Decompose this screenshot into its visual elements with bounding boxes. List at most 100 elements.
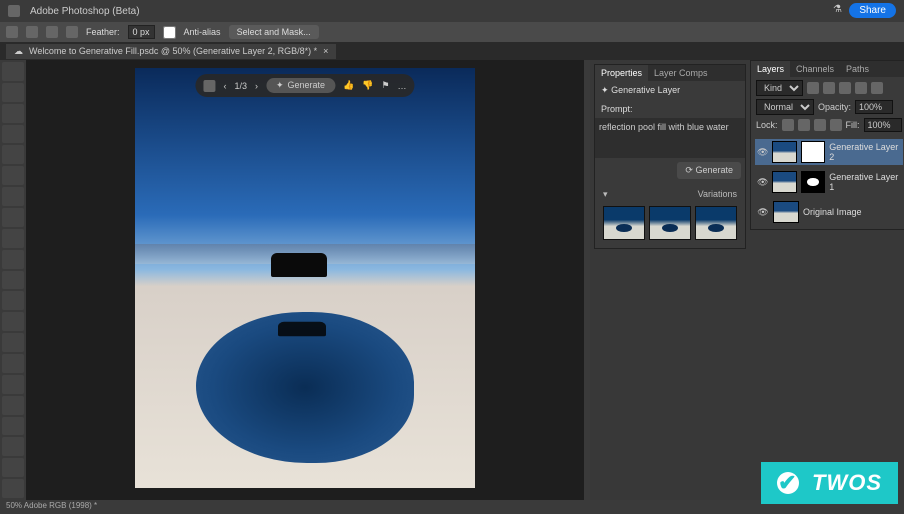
variation-thumbnail[interactable] bbox=[603, 206, 645, 240]
document-tab-bar: ☁ Welcome to Generative Fill.psdc @ 50% … bbox=[0, 42, 904, 60]
prev-variation-button[interactable]: ‹ bbox=[223, 81, 226, 91]
filter-type-icon[interactable] bbox=[839, 82, 851, 94]
healing-tool[interactable] bbox=[2, 208, 24, 227]
prompt-input[interactable]: reflection pool fill with blue water bbox=[595, 118, 745, 158]
layer-row[interactable]: 👁 Generative Layer 2 bbox=[755, 139, 903, 165]
generate-button[interactable]: ✦ Generate bbox=[266, 78, 335, 93]
tab-channels[interactable]: Channels bbox=[790, 61, 840, 77]
share-button[interactable]: Share bbox=[849, 3, 896, 18]
blur-tool[interactable] bbox=[2, 333, 24, 352]
zoom-tool[interactable] bbox=[2, 479, 24, 498]
history-brush-tool[interactable] bbox=[2, 271, 24, 290]
layer-mask-thumbnail[interactable] bbox=[801, 171, 825, 193]
document-tab-label: Welcome to Generative Fill.psdc @ 50% (G… bbox=[29, 46, 317, 57]
antialias-label: Anti-alias bbox=[184, 27, 221, 37]
layer-mask-thumbnail[interactable] bbox=[801, 141, 825, 163]
prompt-label: Prompt: bbox=[595, 100, 745, 118]
variation-thumbnail[interactable] bbox=[649, 206, 691, 240]
flask-icon[interactable]: ⚗ bbox=[833, 4, 842, 15]
layer-thumbnail[interactable] bbox=[772, 171, 796, 193]
status-text: 50% Adobe RGB (1998) * bbox=[6, 501, 97, 510]
eraser-tool[interactable] bbox=[2, 291, 24, 310]
lock-label: Lock: bbox=[756, 120, 778, 130]
variation-thumbnail[interactable] bbox=[695, 206, 737, 240]
watermark-badge: TWOS bbox=[761, 462, 898, 504]
path-tool[interactable] bbox=[2, 417, 24, 436]
layer-thumbnail[interactable] bbox=[773, 201, 799, 223]
panels-area: Properties Layer Comps ✦ Generative Laye… bbox=[584, 60, 904, 500]
thumbs-down-icon[interactable]: 👎 bbox=[362, 80, 373, 91]
home-icon[interactable] bbox=[6, 26, 18, 38]
layer-list: 👁 Generative Layer 2 👁 Generative Layer … bbox=[751, 135, 904, 229]
drag-handle-icon[interactable] bbox=[203, 80, 215, 92]
tools-panel bbox=[0, 60, 26, 500]
filter-image-icon[interactable] bbox=[807, 82, 819, 94]
filter-adjust-icon[interactable] bbox=[823, 82, 835, 94]
feather-input[interactable]: 0 px bbox=[128, 25, 155, 39]
lasso-tool[interactable] bbox=[2, 104, 24, 123]
canvas-area[interactable]: ‹ 1/3 › ✦ Generate 👍 👎 ⚑ … bbox=[26, 60, 584, 500]
lock-all-icon[interactable] bbox=[830, 119, 842, 131]
document-tab[interactable]: ☁ Welcome to Generative Fill.psdc @ 50% … bbox=[6, 44, 336, 59]
tab-properties[interactable]: Properties bbox=[595, 65, 648, 81]
hand-tool[interactable] bbox=[2, 458, 24, 477]
layer-row[interactable]: 👁 Original Image bbox=[755, 199, 903, 225]
layer-name[interactable]: Original Image bbox=[803, 207, 862, 217]
layer-name[interactable]: Generative Layer 2 bbox=[829, 142, 900, 162]
stamp-tool[interactable] bbox=[2, 250, 24, 269]
opacity-input[interactable] bbox=[855, 100, 893, 114]
selection-add-icon[interactable] bbox=[66, 26, 78, 38]
opacity-label: Opacity: bbox=[818, 102, 851, 112]
next-variation-button[interactable]: › bbox=[255, 81, 258, 91]
tab-paths[interactable]: Paths bbox=[840, 61, 875, 77]
close-icon[interactable]: × bbox=[323, 46, 328, 57]
type-tool[interactable] bbox=[2, 396, 24, 415]
refresh-icon: ⟳ bbox=[685, 165, 693, 175]
lock-transparency-icon[interactable] bbox=[782, 119, 794, 131]
cloud-icon: ☁ bbox=[14, 46, 23, 57]
layer-row[interactable]: 👁 Generative Layer 1 bbox=[755, 169, 903, 195]
document-canvas[interactable] bbox=[135, 68, 475, 488]
selection-mode-icon[interactable] bbox=[46, 26, 58, 38]
canvas-content bbox=[271, 253, 327, 277]
blend-mode-select[interactable]: Normal bbox=[756, 99, 814, 115]
filter-smart-icon[interactable] bbox=[871, 82, 883, 94]
tab-layers[interactable]: Layers bbox=[751, 61, 790, 77]
contextual-task-bar: ‹ 1/3 › ✦ Generate 👍 👎 ⚑ … bbox=[195, 74, 414, 97]
more-icon[interactable]: … bbox=[398, 81, 407, 91]
pen-tool[interactable] bbox=[2, 375, 24, 394]
eyedropper-tool[interactable] bbox=[2, 187, 24, 206]
visibility-icon[interactable]: 👁 bbox=[757, 147, 768, 158]
tab-layer-comps[interactable]: Layer Comps bbox=[648, 65, 714, 81]
visibility-icon[interactable]: 👁 bbox=[757, 177, 768, 188]
frame-tool[interactable] bbox=[2, 166, 24, 185]
chevron-down-icon[interactable]: ▾ bbox=[603, 189, 608, 200]
brush-tool[interactable] bbox=[2, 229, 24, 248]
shape-tool[interactable] bbox=[2, 437, 24, 456]
thumbs-up-icon[interactable]: 👍 bbox=[343, 80, 354, 91]
fill-input[interactable] bbox=[864, 118, 902, 132]
properties-generate-button[interactable]: ⟳ Generate bbox=[677, 162, 741, 179]
layer-thumbnail[interactable] bbox=[772, 141, 796, 163]
fill-label: Fill: bbox=[846, 120, 860, 130]
visibility-icon[interactable]: 👁 bbox=[757, 207, 769, 218]
move-tool[interactable] bbox=[2, 62, 24, 81]
antialias-checkbox[interactable] bbox=[163, 26, 176, 39]
dodge-tool[interactable] bbox=[2, 354, 24, 373]
layer-name[interactable]: Generative Layer 1 bbox=[829, 172, 900, 192]
canvas-content bbox=[278, 322, 326, 336]
filter-shape-icon[interactable] bbox=[855, 82, 867, 94]
lock-pixels-icon[interactable] bbox=[798, 119, 810, 131]
crop-tool[interactable] bbox=[2, 145, 24, 164]
gradient-tool[interactable] bbox=[2, 312, 24, 331]
tool-preset-icon[interactable] bbox=[26, 26, 38, 38]
watermark-text: TWOS bbox=[812, 470, 882, 495]
selection-tool[interactable] bbox=[2, 125, 24, 144]
properties-panel: Properties Layer Comps ✦ Generative Laye… bbox=[594, 64, 746, 249]
flag-icon[interactable]: ⚑ bbox=[381, 80, 389, 91]
marquee-tool[interactable] bbox=[2, 83, 24, 102]
select-and-mask-button[interactable]: Select and Mask... bbox=[229, 25, 319, 39]
app-title: Adobe Photoshop (Beta) bbox=[30, 6, 140, 17]
lock-position-icon[interactable] bbox=[814, 119, 826, 131]
layer-kind-select[interactable]: Kind bbox=[756, 80, 803, 96]
